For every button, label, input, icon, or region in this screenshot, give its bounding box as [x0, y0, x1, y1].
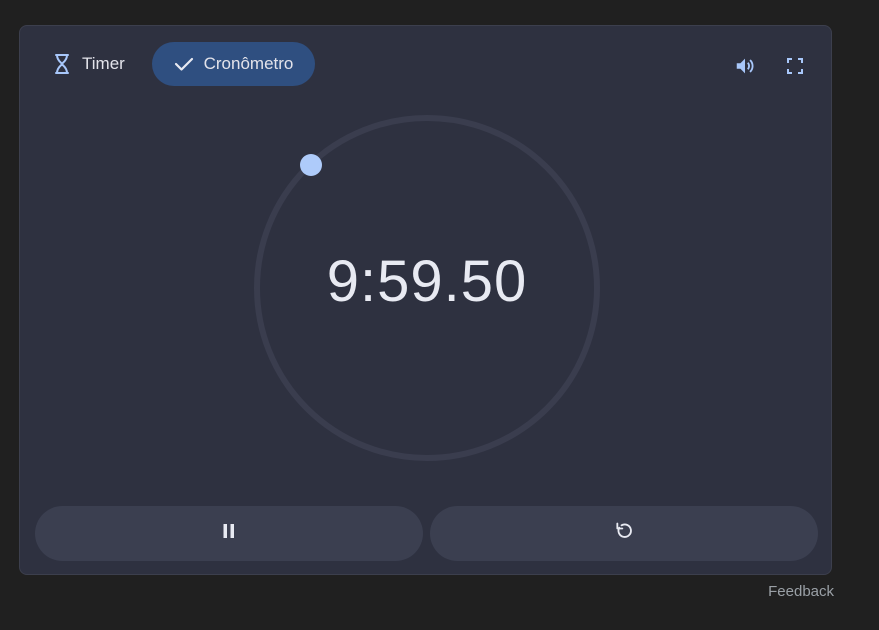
tab-stopwatch-label: Cronômetro	[203, 54, 294, 73]
volume-icon[interactable]	[733, 54, 757, 78]
tab-stopwatch[interactable]: Cronômetro	[152, 42, 315, 86]
reset-icon	[614, 521, 634, 546]
hourglass-icon	[52, 53, 72, 75]
pause-icon	[222, 523, 236, 544]
check-icon	[174, 56, 194, 72]
elapsed-time: 9:59.50	[326, 249, 528, 314]
tab-timer[interactable]: Timer	[36, 42, 141, 86]
tab-timer-label: Timer	[82, 54, 125, 73]
progress-knob	[300, 154, 322, 176]
feedback-link[interactable]: Feedback	[768, 583, 834, 600]
stopwatch-card: Timer Cronômetro 9:59.50	[19, 25, 832, 575]
fullscreen-icon[interactable]	[783, 54, 807, 78]
pause-button[interactable]	[35, 506, 423, 561]
reset-button[interactable]	[430, 506, 818, 561]
